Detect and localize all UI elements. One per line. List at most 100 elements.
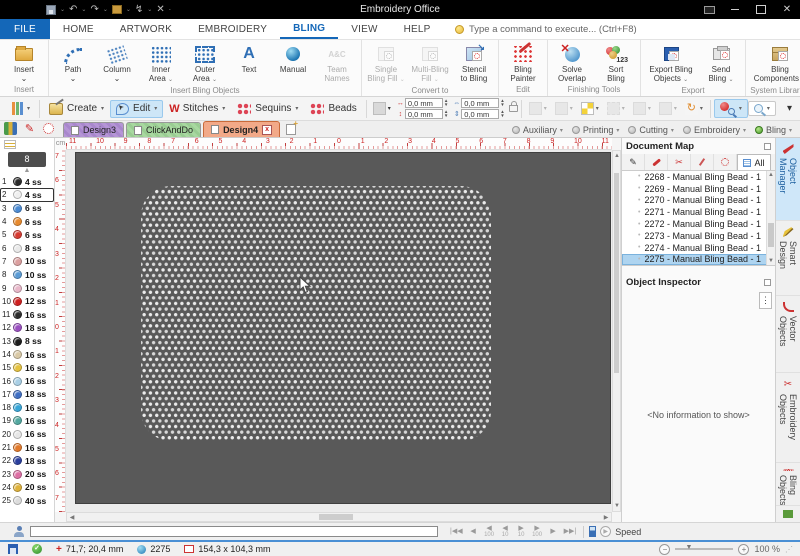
palette-item[interactable]: 11 16 ss [0,308,54,321]
scroll-up-icon[interactable]: ▲ [767,171,775,179]
grid-options-button[interactable]: ▾ [370,100,394,117]
width-spinner[interactable]: ⇔ 0,0 mm ▲ ▼ [452,98,505,108]
palette-item[interactable]: 1 4 ss [0,175,54,188]
toggle-bling[interactable]: Bling ▾ [754,125,792,135]
outline-tools-button[interactable]: ▾ [551,99,577,118]
side-tab-object-manager[interactable]: Object Manager [776,138,800,222]
palette-item[interactable]: 10 12 ss [0,295,54,308]
simulator-nav-button[interactable]: ◀ 100 [482,525,497,539]
tab-clickanddo[interactable]: ClickAndDo [126,122,202,137]
library-grid-icon[interactable] [783,510,793,518]
side-tab-vector-objects[interactable]: Vector Objects [776,296,800,374]
stitch-mode-icon[interactable]: ✎ [23,122,36,135]
document-map-item[interactable]: 2268 - Manual Bling Bead - 1 [622,171,775,183]
manual-button[interactable]: Manual [271,41,315,74]
inner-area-button[interactable]: Inner Area ⌄ [139,41,183,85]
minimize-button[interactable] [722,0,748,19]
tab-artwork[interactable]: ARTWORK [107,19,185,39]
design-canvas[interactable] [66,150,612,512]
inspector-menu-button[interactable]: ⋮ [759,292,772,309]
toggle-embroidery[interactable]: Embroidery ▾ [682,125,746,135]
scroll-down-icon[interactable]: ▼ [613,502,621,510]
close-tab-icon[interactable]: x [262,124,273,135]
simulator-nav-button[interactable]: ▶ 10 [514,525,529,539]
panel-splitter[interactable] [622,266,775,274]
shape-tools-button[interactable]: ▾ [525,99,551,118]
document-map-item[interactable]: 2275 - Manual Bling Bead - 1 [622,253,775,265]
simulator-progress-track[interactable] [30,526,438,537]
document-map-item[interactable]: 2271 - Manual Bling Bead - 1 [622,206,775,218]
palette-item[interactable]: 19 16 ss [0,414,54,427]
document-map-scrollbar[interactable]: ▲ ▼ [766,171,775,265]
zoom-slider[interactable]: ▼ [675,544,734,551]
palette-item[interactable]: 7 10 ss [0,255,54,268]
zoom-tool-button[interactable]: ▾ [747,101,776,116]
simulator-nav-button[interactable]: |◀◀ [448,528,465,535]
multi-bling-fill-button[interactable]: Multi-Bling Fill ⌄ [408,41,452,85]
tab-home[interactable]: HOME [50,19,107,39]
insert-button[interactable]: Insert ⌄ [2,41,46,83]
close-button[interactable]: ✕ [774,0,800,19]
vertical-scroll-thumb[interactable] [614,173,619,373]
horizontal-scrollbar[interactable]: ◀ ▶ [66,512,612,522]
bead-size-indicator[interactable]: 8 [8,152,46,167]
select-tools-button[interactable]: ▾ [603,99,629,118]
command-search[interactable]: Type a command to execute... (Ctrl+F8) [455,19,637,40]
toggle-cutting[interactable]: Cutting ▾ [628,125,674,135]
palette-item[interactable]: 15 16 ss [0,361,54,374]
simulator-nav-button[interactable]: ◀ [466,528,481,535]
palette-list-icon[interactable] [4,140,16,149]
toggle-auxiliary[interactable]: Auxiliary ▾ [511,125,563,135]
palette-item[interactable]: 21 16 ss [0,441,54,454]
speed-gauge-icon[interactable] [589,526,597,537]
palette-item[interactable]: 8 10 ss [0,268,54,281]
document-map-item[interactable]: 2274 - Manual Bling Bead - 1 [622,242,775,254]
stencil-to-bling-button[interactable]: ↘ Stencil to Bling [452,41,496,83]
outer-area-button[interactable]: Outer Area ⌄ [183,41,227,85]
scroll-down-icon[interactable]: ▼ [767,257,775,265]
zoom-in-icon[interactable]: + [738,543,750,555]
filter-scissors-tab[interactable]: ✂ [668,154,691,170]
palette-item[interactable]: 6 8 ss [0,241,54,254]
palette-item[interactable]: 16 16 ss [0,374,54,387]
side-tab-embroidery-objects[interactable]: ✂ Embroidery Objects [776,373,800,463]
tab-help[interactable]: HELP [391,19,444,39]
filter-bling-tab[interactable] [714,154,737,170]
palette-item[interactable]: 17 18 ss [0,388,54,401]
palette-selector-button[interactable]: ▾ [6,99,36,118]
filter-needle-tab[interactable] [691,154,714,170]
vertical-scrollbar[interactable]: ▲ ▼ [612,150,621,512]
height-spinner[interactable]: ⇕ 0,0 mm ▲ ▼ [452,109,505,119]
tab-view[interactable]: VIEW [338,19,390,39]
rotate-tools-button[interactable]: ↻ ▾ [681,99,707,118]
spinner-arrows[interactable]: ▲ ▼ [500,109,504,118]
document-map-item[interactable]: 2272 - Manual Bling Bead - 1 [622,218,775,230]
palette-item[interactable]: 23 20 ss [0,468,54,481]
palette-item[interactable]: 4 6 ss [0,215,54,228]
export-bling-objects-button[interactable]: Export Bling Objects ⌄ [643,41,699,85]
vertical-gap-spinner[interactable]: ↕ 0,0 mm ▲ ▼ [396,109,448,119]
palette-item[interactable]: 3 6 ss [0,202,54,215]
palette-item[interactable]: 12 18 ss [0,321,54,334]
toolbar-overflow-icon[interactable]: ▾ [787,103,792,114]
simulator-nav-button[interactable]: ◀ 10 [498,525,513,539]
simulator-nav-button[interactable]: ▶ [546,528,561,535]
align-tools-button[interactable]: ▾ [629,99,655,118]
side-tab-smart-design[interactable]: Smart Design [776,221,800,297]
scroll-up-icon[interactable]: ▲ [613,152,621,160]
solve-overlap-button[interactable]: ✕ Solve Overlap [550,41,594,84]
resize-grip[interactable]: ⋰ [785,545,794,554]
spinner-arrows[interactable]: ▲ ▼ [500,98,504,107]
bling-mode-icon[interactable] [43,123,54,134]
sequins-button[interactable]: Sequins ▾ [231,100,304,118]
bling-painter-button[interactable]: Bling Painter [501,41,545,83]
palette-item[interactable]: 20 16 ss [0,428,54,441]
horizontal-scroll-thumb[interactable] [319,514,353,520]
side-tab-bling-objects[interactable]: Bling Objects [776,463,800,507]
scroll-right-icon[interactable]: ▶ [602,514,610,522]
find-bead-button[interactable]: ▾ [713,99,748,118]
tab-bling[interactable]: BLING [280,19,339,39]
design-page[interactable] [75,152,611,504]
stitches-button[interactable]: W Stitches ▾ [163,100,231,118]
palette-item[interactable]: 5 6 ss [0,228,54,241]
